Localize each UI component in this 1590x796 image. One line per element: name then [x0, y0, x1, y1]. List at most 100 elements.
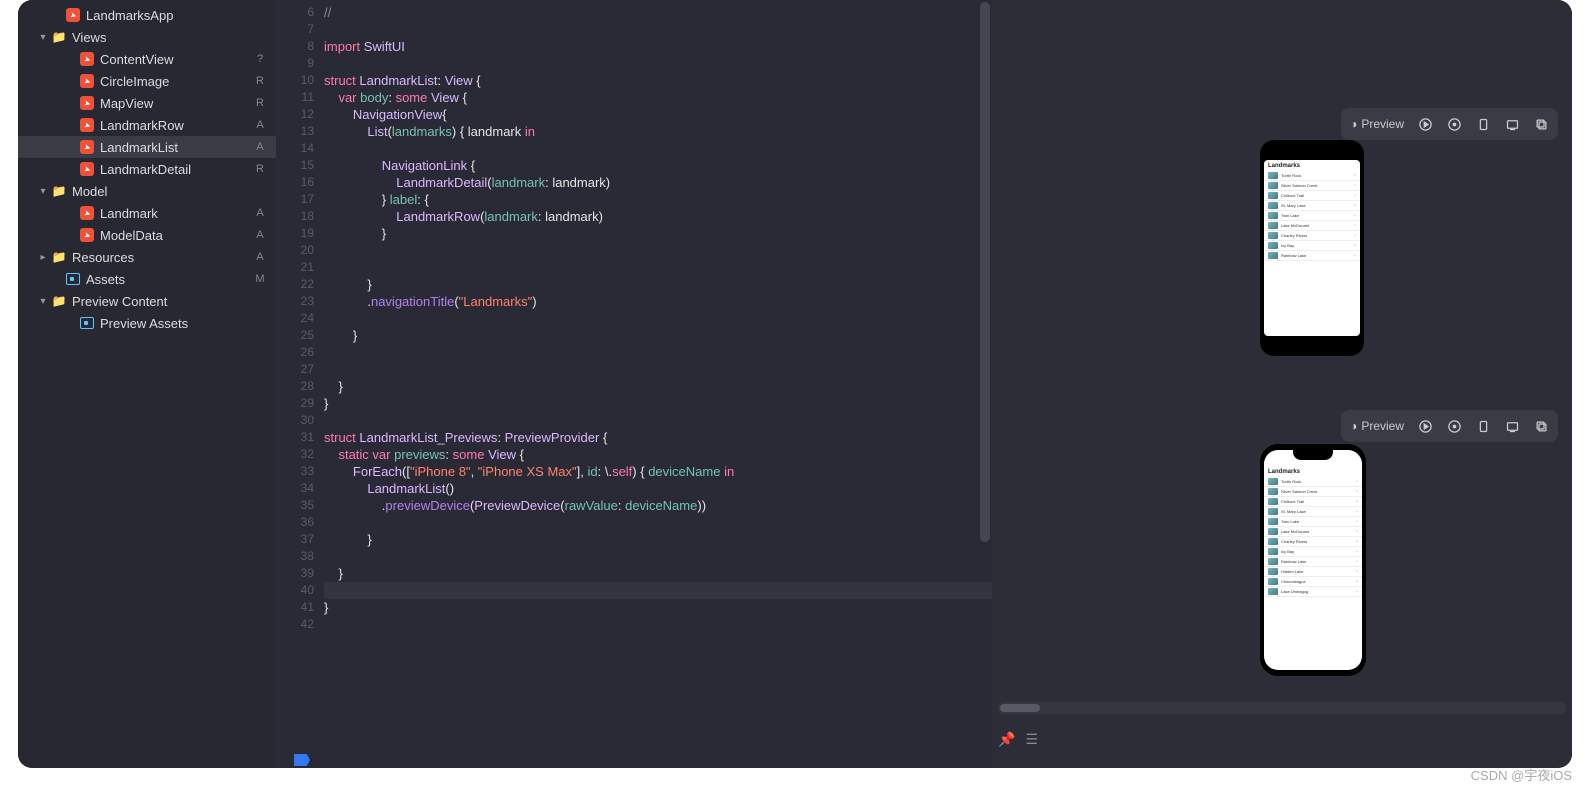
code-line[interactable]: [324, 55, 992, 72]
code-line[interactable]: [324, 259, 992, 276]
list-item[interactable]: Rainbow Lake: [1264, 251, 1360, 261]
breakpoint-indicator[interactable]: [294, 754, 310, 766]
code-line[interactable]: }: [324, 276, 992, 293]
nav-item-views[interactable]: ▾📁Views: [18, 26, 276, 48]
list-item[interactable]: Turtle Rock: [1264, 477, 1362, 487]
code-line[interactable]: struct LandmarkList_Previews: PreviewPro…: [324, 429, 992, 446]
code-line[interactable]: [324, 242, 992, 259]
list-item[interactable]: Lake Umbagog: [1264, 587, 1362, 597]
code-line[interactable]: NavigationView{: [324, 106, 992, 123]
outline-icon[interactable]: ☰: [1025, 731, 1038, 748]
pin-icon[interactable]: 📌: [998, 731, 1015, 748]
editor-scrollbar[interactable]: [978, 0, 992, 768]
nav-item-preview-content[interactable]: ▾📁Preview Content: [18, 290, 276, 312]
nav-item-resources[interactable]: ▸📁ResourcesA: [18, 246, 276, 268]
list-item[interactable]: Twin Lake: [1264, 517, 1362, 527]
inspect-icon[interactable]: [1441, 111, 1468, 137]
nav-item-circleimage[interactable]: CircleImageR: [18, 70, 276, 92]
code-line[interactable]: import SwiftUI: [324, 38, 992, 55]
list-item[interactable]: Icy Bay: [1264, 241, 1360, 251]
code-line[interactable]: LandmarkRow(landmark: landmark): [324, 208, 992, 225]
preview-device-iphonexsmax[interactable]: Landmarks Turtle RockSilver Salmon Creek…: [1260, 444, 1366, 676]
code-line[interactable]: }: [324, 327, 992, 344]
play-icon[interactable]: [1412, 111, 1439, 137]
project-navigator[interactable]: LandmarksApp▾📁ViewsContentView?CircleIma…: [18, 0, 276, 768]
list-item[interactable]: St. Mary Lake: [1264, 507, 1362, 517]
scrollbar-thumb[interactable]: [980, 2, 990, 542]
duplicate-icon[interactable]: [1528, 413, 1555, 439]
list-item[interactable]: Charley Rivers: [1264, 231, 1360, 241]
code-line[interactable]: } label: {: [324, 191, 992, 208]
variants-icon[interactable]: [1499, 111, 1526, 137]
nav-item-landmarklist[interactable]: LandmarkListA: [18, 136, 276, 158]
code-line[interactable]: }: [324, 378, 992, 395]
code-line[interactable]: [324, 548, 992, 565]
preview-hscrollbar[interactable]: [998, 702, 1566, 714]
code-line[interactable]: }: [324, 565, 992, 582]
code-line[interactable]: LandmarkList(): [324, 480, 992, 497]
list-item[interactable]: Chilkoot Trail: [1264, 497, 1362, 507]
device-settings-icon[interactable]: [1470, 111, 1497, 137]
duplicate-icon[interactable]: [1528, 111, 1555, 137]
nav-item-landmarkrow[interactable]: LandmarkRowA: [18, 114, 276, 136]
code-line[interactable]: [324, 21, 992, 38]
code-line[interactable]: LandmarkDetail(landmark: landmark): [324, 174, 992, 191]
scrollbar-thumb[interactable]: [1000, 704, 1040, 712]
nav-item-landmark[interactable]: LandmarkA: [18, 202, 276, 224]
code-line[interactable]: .previewDevice(PreviewDevice(rawValue: d…: [324, 497, 992, 514]
code-line[interactable]: [324, 140, 992, 157]
code-line[interactable]: static var previews: some View {: [324, 446, 992, 463]
list-item[interactable]: Chincoteague: [1264, 577, 1362, 587]
code-line[interactable]: [324, 616, 992, 633]
code-line[interactable]: }: [324, 395, 992, 412]
code-editor[interactable]: 6789101112131415161718192021222324252627…: [276, 0, 992, 768]
nav-item-model[interactable]: ▾📁Model: [18, 180, 276, 202]
disclosure-chevron[interactable]: ▸: [36, 252, 50, 263]
nav-item-assets[interactable]: AssetsM: [18, 268, 276, 290]
code-line[interactable]: ForEach(["iPhone 8", "iPhone XS Max"], i…: [324, 463, 992, 480]
code-line[interactable]: }: [324, 599, 992, 616]
list-item[interactable]: Rainbow Lake: [1264, 557, 1362, 567]
list-item[interactable]: St. Mary Lake: [1264, 201, 1360, 211]
list-item[interactable]: Silver Salmon Creek: [1264, 181, 1360, 191]
code-view[interactable]: // import SwiftUI struct LandmarkList: V…: [324, 0, 992, 768]
preview-mode-button[interactable]: ◑Preview: [1344, 413, 1410, 439]
preview-mode-button[interactable]: ◑Preview: [1344, 111, 1410, 137]
nav-item-landmarkdetail[interactable]: LandmarkDetailR: [18, 158, 276, 180]
nav-item-landmarksapp[interactable]: LandmarksApp: [18, 4, 276, 26]
code-line[interactable]: [324, 361, 992, 378]
nav-item-modeldata[interactable]: ModelDataA: [18, 224, 276, 246]
nav-item-contentview[interactable]: ContentView?: [18, 48, 276, 70]
disclosure-chevron[interactable]: ▾: [36, 32, 50, 43]
code-line[interactable]: //: [324, 4, 992, 21]
list-item[interactable]: Silver Salmon Creek: [1264, 487, 1362, 497]
disclosure-chevron[interactable]: ▾: [36, 296, 50, 307]
code-line[interactable]: var body: some View {: [324, 89, 992, 106]
nav-item-preview-assets[interactable]: Preview Assets: [18, 312, 276, 334]
list-item[interactable]: Lake McDonald: [1264, 527, 1362, 537]
code-line[interactable]: List(landmarks) { landmark in: [324, 123, 992, 140]
list-item[interactable]: Turtle Rock: [1264, 171, 1360, 181]
variants-icon[interactable]: [1499, 413, 1526, 439]
code-line[interactable]: [324, 514, 992, 531]
list-item[interactable]: Lake McDonald: [1264, 221, 1360, 231]
inspect-icon[interactable]: [1441, 413, 1468, 439]
code-line[interactable]: [324, 582, 992, 599]
code-line[interactable]: [324, 412, 992, 429]
list-item[interactable]: Twin Lake: [1264, 211, 1360, 221]
code-line[interactable]: NavigationLink {: [324, 157, 992, 174]
preview-device-iphone8[interactable]: Landmarks Turtle RockSilver Salmon Creek…: [1260, 140, 1364, 356]
nav-item-mapview[interactable]: MapViewR: [18, 92, 276, 114]
list-item[interactable]: Chilkoot Trail: [1264, 191, 1360, 201]
list-item[interactable]: Hidden Lake: [1264, 567, 1362, 577]
play-icon[interactable]: [1412, 413, 1439, 439]
code-line[interactable]: struct LandmarkList: View {: [324, 72, 992, 89]
disclosure-chevron[interactable]: ▾: [36, 186, 50, 197]
code-line[interactable]: [324, 310, 992, 327]
code-line[interactable]: .navigationTitle("Landmarks"): [324, 293, 992, 310]
preview-canvas[interactable]: ◑Preview Landmarks Turtle RockSilver Sal…: [992, 0, 1572, 768]
code-line[interactable]: [324, 344, 992, 361]
code-line[interactable]: }: [324, 531, 992, 548]
device-settings-icon[interactable]: [1470, 413, 1497, 439]
code-line[interactable]: }: [324, 225, 992, 242]
